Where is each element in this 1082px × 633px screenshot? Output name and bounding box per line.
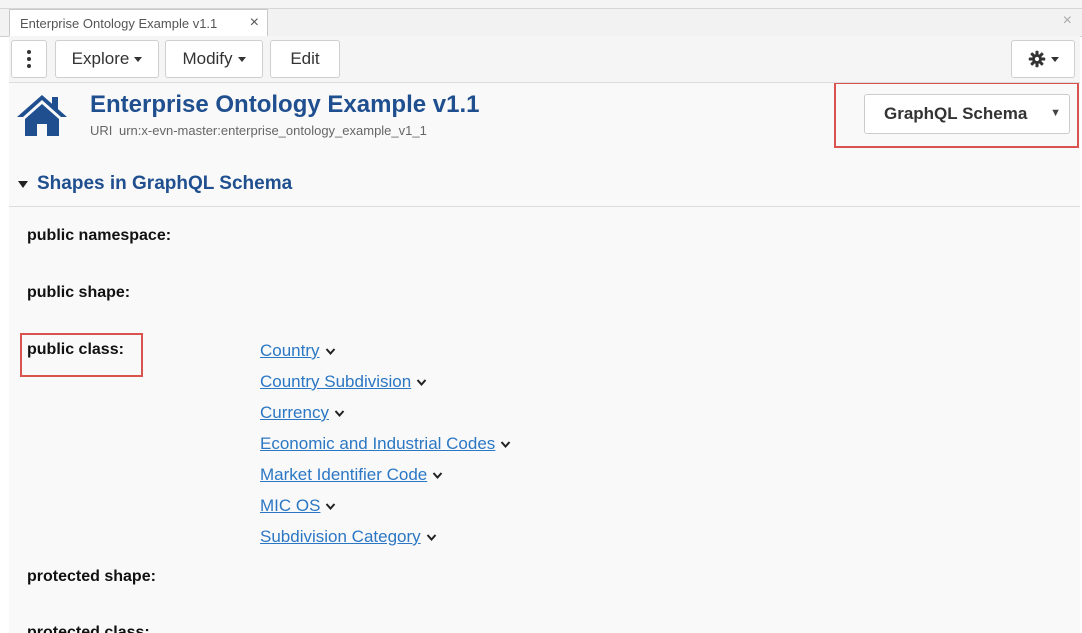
edit-label: Edit xyxy=(290,49,320,68)
explore-button[interactable]: Explore xyxy=(55,40,159,78)
edit-button[interactable]: Edit xyxy=(270,40,340,78)
chevron-down-icon xyxy=(237,56,246,62)
class-item-country: Country xyxy=(260,341,336,361)
class-link-country-subdivision[interactable]: Country Subdivision xyxy=(260,372,411,392)
top-strip xyxy=(0,0,1082,9)
chevron-down-icon[interactable] xyxy=(500,440,511,449)
class-item-mic-os: MIC OS xyxy=(260,496,336,516)
explore-label: Explore xyxy=(71,49,130,68)
kebab-menu-button[interactable] xyxy=(11,40,47,78)
uri-label: URI xyxy=(90,123,113,138)
chevron-down-icon[interactable] xyxy=(432,471,443,480)
section-divider xyxy=(9,206,1080,207)
tab-close-icon[interactable]: × xyxy=(250,14,259,32)
section-toggle-shapes[interactable]: Shapes in GraphQL Schema xyxy=(18,173,292,195)
class-link-currency[interactable]: Currency xyxy=(260,403,329,423)
class-item-economic-industrial-codes: Economic and Industrial Codes xyxy=(260,434,511,454)
chevron-down-icon[interactable] xyxy=(325,502,336,511)
page-title: Enterprise Ontology Example v1.1 xyxy=(90,91,480,118)
class-link-economic-industrial-codes[interactable]: Economic and Industrial Codes xyxy=(260,434,495,454)
chevron-down-icon[interactable] xyxy=(416,378,427,387)
toolbar: Explore Modify Edit xyxy=(9,36,1080,83)
tab-title: Enterprise Ontology Example v1.1 xyxy=(20,15,218,31)
view-selector-dropdown[interactable]: GraphQL Schema ▼ xyxy=(864,94,1070,134)
label-public-class: public class: xyxy=(27,341,124,358)
tab-enterprise-ontology[interactable]: Enterprise Ontology Example v1.1 × xyxy=(9,9,268,36)
class-item-market-identifier-code: Market Identifier Code xyxy=(260,465,443,485)
class-link-subdivision-category[interactable]: Subdivision Category xyxy=(260,527,421,547)
class-link-mic-os[interactable]: MIC OS xyxy=(260,496,320,516)
class-item-subdivision-category: Subdivision Category xyxy=(260,527,437,547)
label-protected-shape: protected shape: xyxy=(27,568,156,585)
tab-bar: Enterprise Ontology Example v1.1 × × xyxy=(0,9,1082,37)
view-selector-value: GraphQL Schema xyxy=(884,104,1028,123)
settings-button[interactable] xyxy=(1011,40,1075,78)
chevron-down-icon[interactable] xyxy=(334,409,345,418)
dropdown-arrow-icon: ▼ xyxy=(1050,107,1061,119)
collapse-triangle-icon xyxy=(18,180,28,188)
chevron-down-icon xyxy=(1050,56,1059,62)
gear-icon xyxy=(1028,50,1045,68)
label-public-namespace: public namespace: xyxy=(27,227,172,244)
class-item-country-subdivision: Country Subdivision xyxy=(260,372,427,392)
chevron-down-icon[interactable] xyxy=(426,533,437,542)
label-public-shape: public shape: xyxy=(27,284,131,301)
kebab-menu-icon xyxy=(27,49,31,70)
window-close-icon[interactable]: × xyxy=(1063,12,1072,30)
modify-button[interactable]: Modify xyxy=(165,40,263,78)
class-link-market-identifier-code[interactable]: Market Identifier Code xyxy=(260,465,427,485)
class-item-currency: Currency xyxy=(260,403,345,423)
class-link-country[interactable]: Country xyxy=(260,341,320,361)
uri-value: urn:x-evn-master:enterprise_ontology_exa… xyxy=(119,123,427,138)
label-protected-class: protected class: xyxy=(27,624,150,633)
modify-label: Modify xyxy=(182,49,233,68)
main-content: Enterprise Ontology Example v1.1 URI urn… xyxy=(9,83,1080,633)
chevron-down-icon[interactable] xyxy=(325,347,336,356)
chevron-down-icon xyxy=(134,56,143,62)
section-title: Shapes in GraphQL Schema xyxy=(37,173,293,194)
home-icon xyxy=(17,95,67,136)
